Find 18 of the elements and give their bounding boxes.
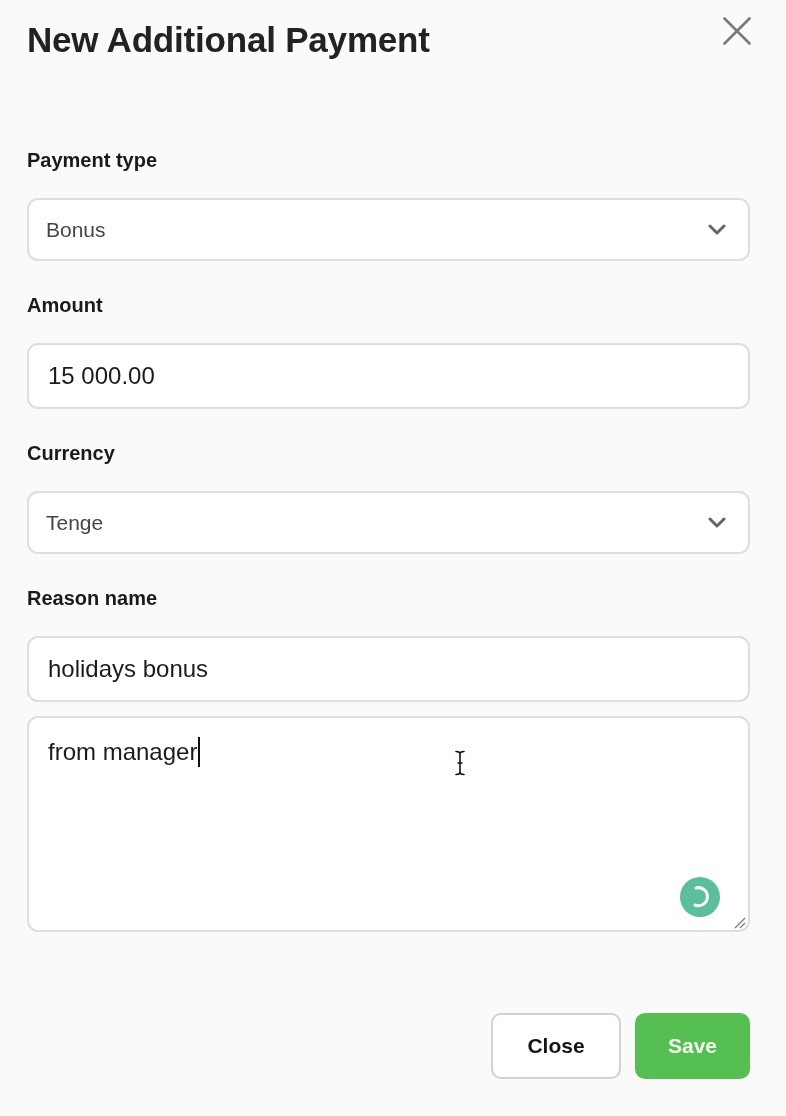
field-label: Payment type bbox=[27, 148, 158, 172]
chevron-down-icon bbox=[708, 517, 726, 528]
close-button[interactable]: Close bbox=[491, 1013, 621, 1079]
field-label: Currency bbox=[27, 441, 115, 465]
chevron-down-icon bbox=[708, 224, 726, 235]
close-icon[interactable] bbox=[723, 17, 751, 45]
select-field[interactable]: Bonus bbox=[27, 198, 750, 261]
text-caret-icon bbox=[198, 737, 201, 767]
text-area[interactable]: from manager bbox=[27, 716, 750, 932]
dialog-title: New Additional Payment bbox=[27, 19, 430, 61]
spinner-icon[interactable] bbox=[680, 877, 720, 917]
ibeam-pointer-icon bbox=[455, 750, 465, 776]
select-field[interactable]: Tenge bbox=[27, 491, 750, 554]
input-field[interactable]: 15 000.00 bbox=[27, 343, 750, 409]
resize-grip-icon[interactable] bbox=[734, 917, 746, 929]
field-label: Amount bbox=[27, 293, 103, 317]
input-field[interactable]: holidays bonus bbox=[27, 636, 750, 702]
field-label: Reason name bbox=[27, 586, 158, 610]
